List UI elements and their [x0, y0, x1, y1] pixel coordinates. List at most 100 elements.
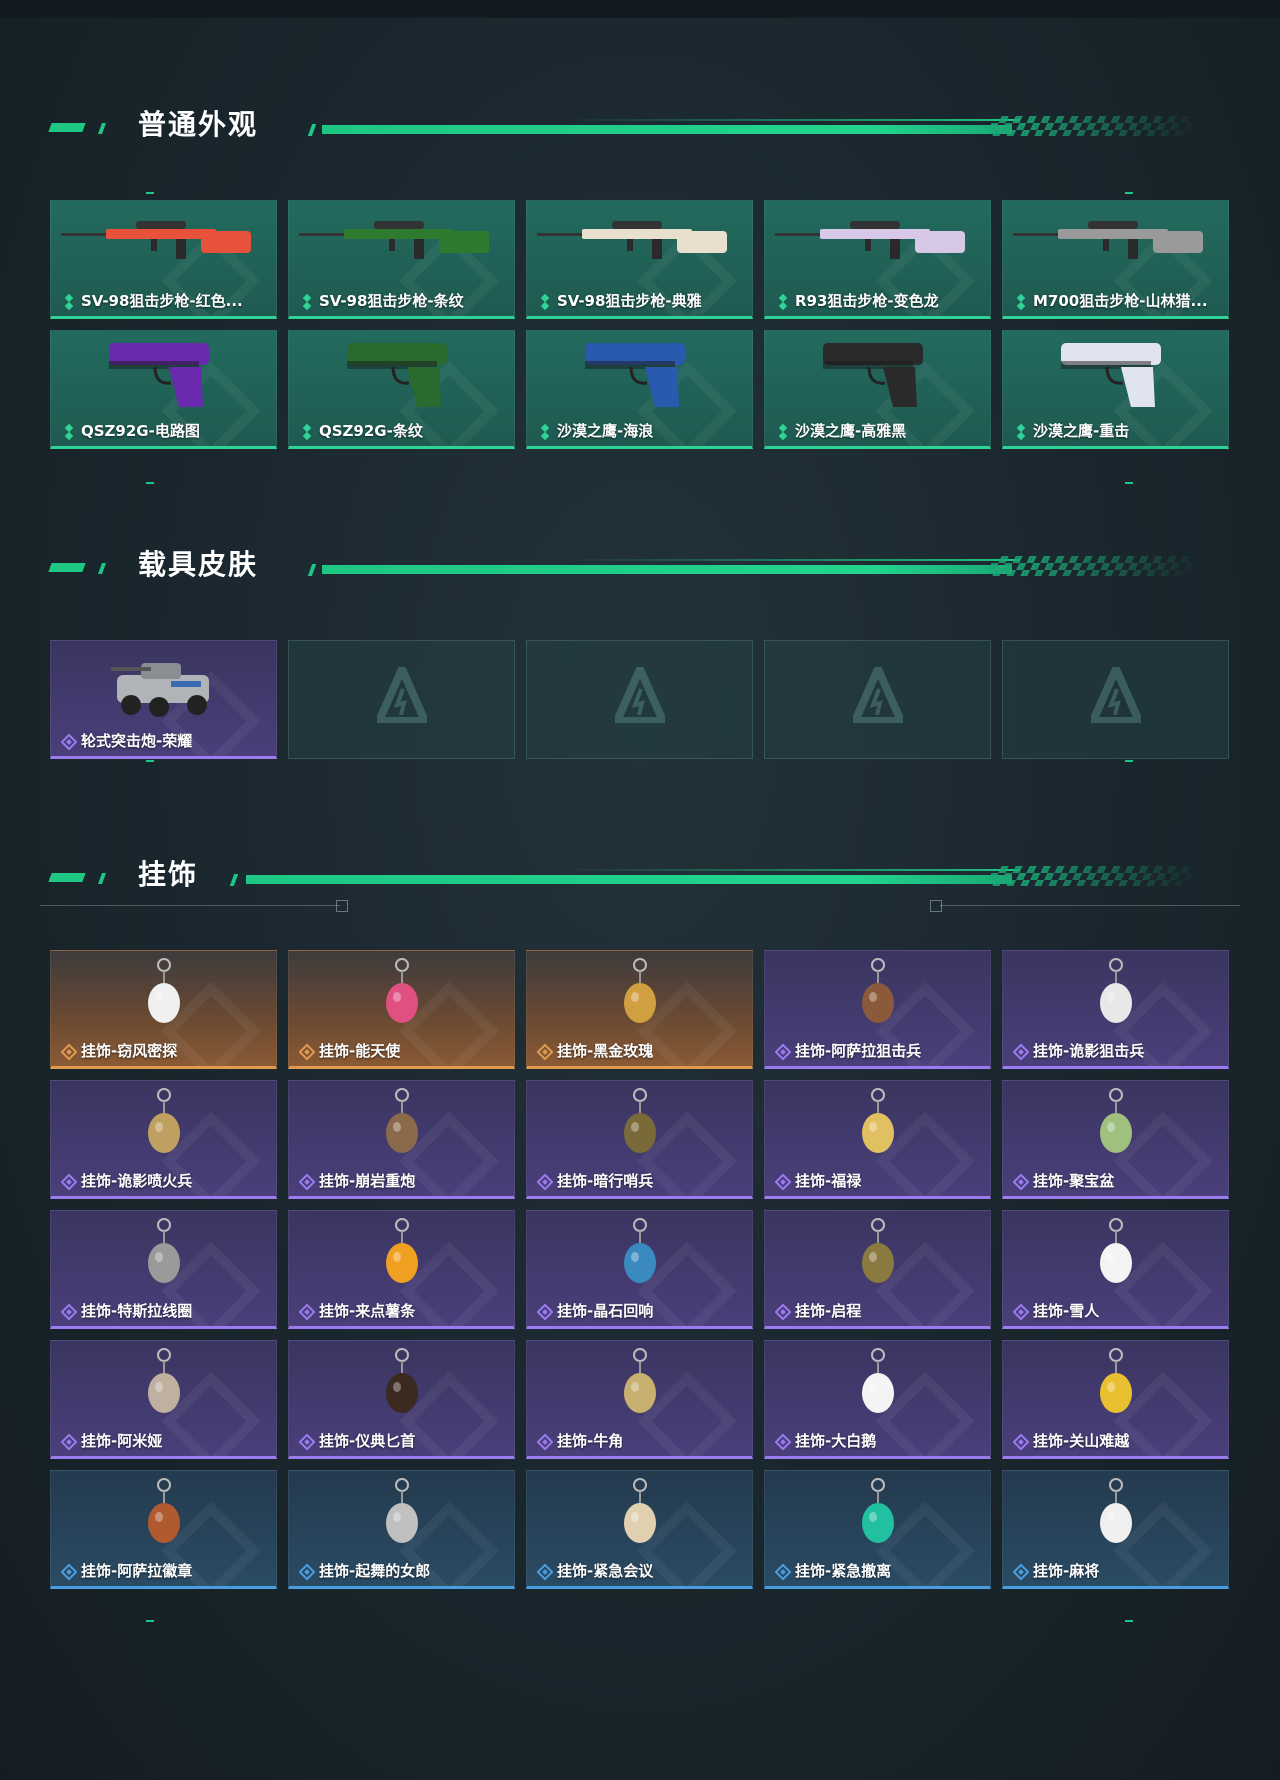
header-checker-pattern: [985, 116, 1205, 136]
item-card[interactable]: 挂饰-诡影狙击兵: [1002, 950, 1229, 1069]
placeholder-logo-icon: [853, 667, 903, 723]
item-card[interactable]: 挂饰-启程: [764, 1210, 991, 1329]
corner-tick: [146, 760, 154, 762]
header-divider: [307, 564, 317, 576]
item-label: 挂饰-麻将: [1033, 1562, 1100, 1580]
section-header: 普通外观: [0, 108, 1280, 148]
header-divider: [307, 124, 317, 136]
item-label: 挂饰-阿萨拉狙击兵: [795, 1042, 922, 1060]
header-accent: [48, 873, 86, 882]
header-checker-pattern: [985, 556, 1205, 576]
ruler-line: [40, 905, 340, 906]
header-bar: [246, 875, 1012, 884]
item-card[interactable]: 挂饰-黑金玫瑰: [526, 950, 753, 1069]
vehicle-skin-grid: 轮式突击炮-荣耀: [50, 640, 1229, 759]
header-accent: [97, 123, 107, 134]
item-card[interactable]: SV-98狙击步枪-条纹: [288, 200, 515, 319]
placeholder-logo-icon: [1091, 667, 1141, 723]
item-card[interactable]: QSZ92G-电路图: [50, 330, 277, 449]
item-card[interactable]: 挂饰-阿米娅: [50, 1340, 277, 1459]
header-line: [560, 119, 1020, 121]
corner-tick: [1125, 482, 1133, 484]
item-card[interactable]: 挂饰-晶石回响: [526, 1210, 753, 1329]
header-bar: [322, 565, 1012, 574]
item-card[interactable]: M700狙击步枪-山林猎...: [1002, 200, 1229, 319]
item-label: R93狙击步枪-变色龙: [795, 292, 939, 310]
corner-tick: [1125, 1620, 1133, 1622]
item-label: 挂饰-阿米娅: [81, 1432, 163, 1450]
item-label: 挂饰-聚宝盆: [1033, 1172, 1115, 1190]
empty-slot: [526, 640, 753, 759]
item-label: 挂饰-雪人: [1033, 1302, 1100, 1320]
item-card[interactable]: 挂饰-关山难越: [1002, 1340, 1229, 1459]
item-card[interactable]: 沙漠之鹰-重击: [1002, 330, 1229, 449]
item-card[interactable]: 挂饰-特斯拉线圈: [50, 1210, 277, 1329]
item-label: QSZ92G-电路图: [81, 422, 200, 440]
top-strip: [0, 0, 1280, 18]
item-label: 挂饰-紧急撤离: [795, 1562, 892, 1580]
corner-tick: [146, 1620, 154, 1622]
item-label: 轮式突击炮-荣耀: [81, 732, 193, 750]
header-accent: [97, 563, 107, 574]
item-card[interactable]: 挂饰-崩岩重炮: [288, 1080, 515, 1199]
ruler-marker: [336, 900, 348, 912]
item-card[interactable]: 挂饰-雪人: [1002, 1210, 1229, 1329]
corner-tick: [1125, 192, 1133, 194]
item-card[interactable]: 挂饰-紧急撤离: [764, 1470, 991, 1589]
item-card[interactable]: 挂饰-聚宝盆: [1002, 1080, 1229, 1199]
section-title: 挂饰: [138, 858, 199, 891]
item-label: 沙漠之鹰-海浪: [557, 422, 654, 440]
item-label: 挂饰-福禄: [795, 1172, 862, 1190]
item-card[interactable]: R93狙击步枪-变色龙: [764, 200, 991, 319]
corner-tick: [146, 192, 154, 194]
header-divider: [229, 874, 239, 886]
item-label: 挂饰-崩岩重炮: [319, 1172, 416, 1190]
item-card[interactable]: 挂饰-阿萨拉狙击兵: [764, 950, 991, 1069]
item-label: 挂饰-来点薯条: [319, 1302, 416, 1320]
item-label: SV-98狙击步枪-条纹: [319, 292, 464, 310]
item-card[interactable]: 挂饰-牛角: [526, 1340, 753, 1459]
empty-slot: [288, 640, 515, 759]
item-label: SV-98狙击步枪-典雅: [557, 292, 702, 310]
item-card[interactable]: 挂饰-暗行哨兵: [526, 1080, 753, 1199]
item-card[interactable]: 挂饰-来点薯条: [288, 1210, 515, 1329]
item-label: QSZ92G-条纹: [319, 422, 423, 440]
placeholder-logo-icon: [377, 667, 427, 723]
item-label: 挂饰-仪典匕首: [319, 1432, 416, 1450]
item-card[interactable]: 挂饰-仪典匕首: [288, 1340, 515, 1459]
item-card[interactable]: 挂饰-起舞的女郎: [288, 1470, 515, 1589]
item-card[interactable]: 沙漠之鹰-高雅黑: [764, 330, 991, 449]
header-line: [560, 559, 1020, 561]
item-label: 挂饰-特斯拉线圈: [81, 1302, 193, 1320]
item-card[interactable]: 挂饰-大白鹅: [764, 1340, 991, 1459]
item-card[interactable]: 挂饰-能天使: [288, 950, 515, 1069]
item-card[interactable]: 挂饰-窃风密探: [50, 950, 277, 1069]
item-card[interactable]: SV-98狙击步枪-典雅: [526, 200, 753, 319]
header-accent: [48, 563, 86, 572]
item-card[interactable]: SV-98狙击步枪-红色...: [50, 200, 277, 319]
corner-tick: [1125, 760, 1133, 762]
item-card[interactable]: 挂饰-诡影喷火兵: [50, 1080, 277, 1199]
empty-slot: [1002, 640, 1229, 759]
empty-slot: [764, 640, 991, 759]
header-checker-pattern: [985, 866, 1205, 886]
item-card[interactable]: 挂饰-阿萨拉徽章: [50, 1470, 277, 1589]
item-label: 沙漠之鹰-高雅黑: [795, 422, 907, 440]
header-bar: [322, 125, 1012, 134]
item-label: 挂饰-启程: [795, 1302, 862, 1320]
corner-tick: [146, 482, 154, 484]
weapon-skin-grid: SV-98狙击步枪-红色... SV-98狙击步枪-条纹 SV-98狙击步枪-典…: [50, 200, 1229, 449]
item-label: 挂饰-关山难越: [1033, 1432, 1130, 1450]
item-label: 沙漠之鹰-重击: [1033, 422, 1130, 440]
item-label: 挂饰-黑金玫瑰: [557, 1042, 654, 1060]
item-card[interactable]: 挂饰-紧急会议: [526, 1470, 753, 1589]
item-card[interactable]: 挂饰-麻将: [1002, 1470, 1229, 1589]
item-label: 挂饰-牛角: [557, 1432, 624, 1450]
section-title: 普通外观: [138, 108, 259, 141]
charm-grid: 挂饰-窃风密探 挂饰-能天使 挂饰-黑金玫瑰 挂饰-阿萨拉狙击兵 挂饰-诡影狙击…: [50, 950, 1229, 1589]
item-card[interactable]: 挂饰-福禄: [764, 1080, 991, 1199]
item-card[interactable]: QSZ92G-条纹: [288, 330, 515, 449]
ruler-line: [940, 905, 1240, 906]
item-card[interactable]: 沙漠之鹰-海浪: [526, 330, 753, 449]
item-card[interactable]: 轮式突击炮-荣耀: [50, 640, 277, 759]
